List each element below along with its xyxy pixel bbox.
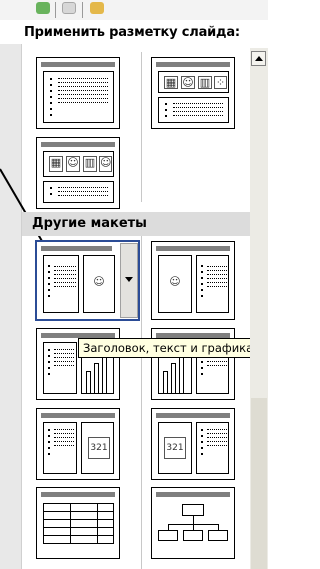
layout-text-graphics[interactable]: ☺ <box>35 240 140 321</box>
layout-clip-text[interactable]: 321 <box>151 408 235 480</box>
layout-title-text[interactable] <box>36 57 120 129</box>
section-title: Другие макеты <box>32 216 147 231</box>
vertical-scrollbar[interactable] <box>250 48 268 569</box>
layout-title-2graphics-text[interactable]: ▦ ☺ ▥ ⁘ <box>151 57 235 129</box>
layout-text-clip[interactable]: 321 <box>36 408 120 480</box>
column-divider <box>141 52 142 202</box>
column-divider <box>141 236 142 569</box>
yellow-tab-icon[interactable] <box>90 2 104 14</box>
layout-dropdown-button[interactable] <box>120 243 138 318</box>
scroll-up-button[interactable] <box>251 51 266 66</box>
layout-table[interactable] <box>36 487 120 559</box>
layout-tooltip: Заголовок, текст и графика <box>78 338 259 358</box>
layout-title-text-graphics[interactable]: ▦ ☺ ▥ ☺ <box>36 137 120 209</box>
layout-graphics-text[interactable]: ☺ <box>151 241 235 320</box>
section-other-layouts: Другие макеты <box>22 212 250 236</box>
layout-org-chart[interactable] <box>151 487 235 559</box>
tab-separator <box>82 2 83 18</box>
scroll-thumb[interactable] <box>251 398 267 569</box>
